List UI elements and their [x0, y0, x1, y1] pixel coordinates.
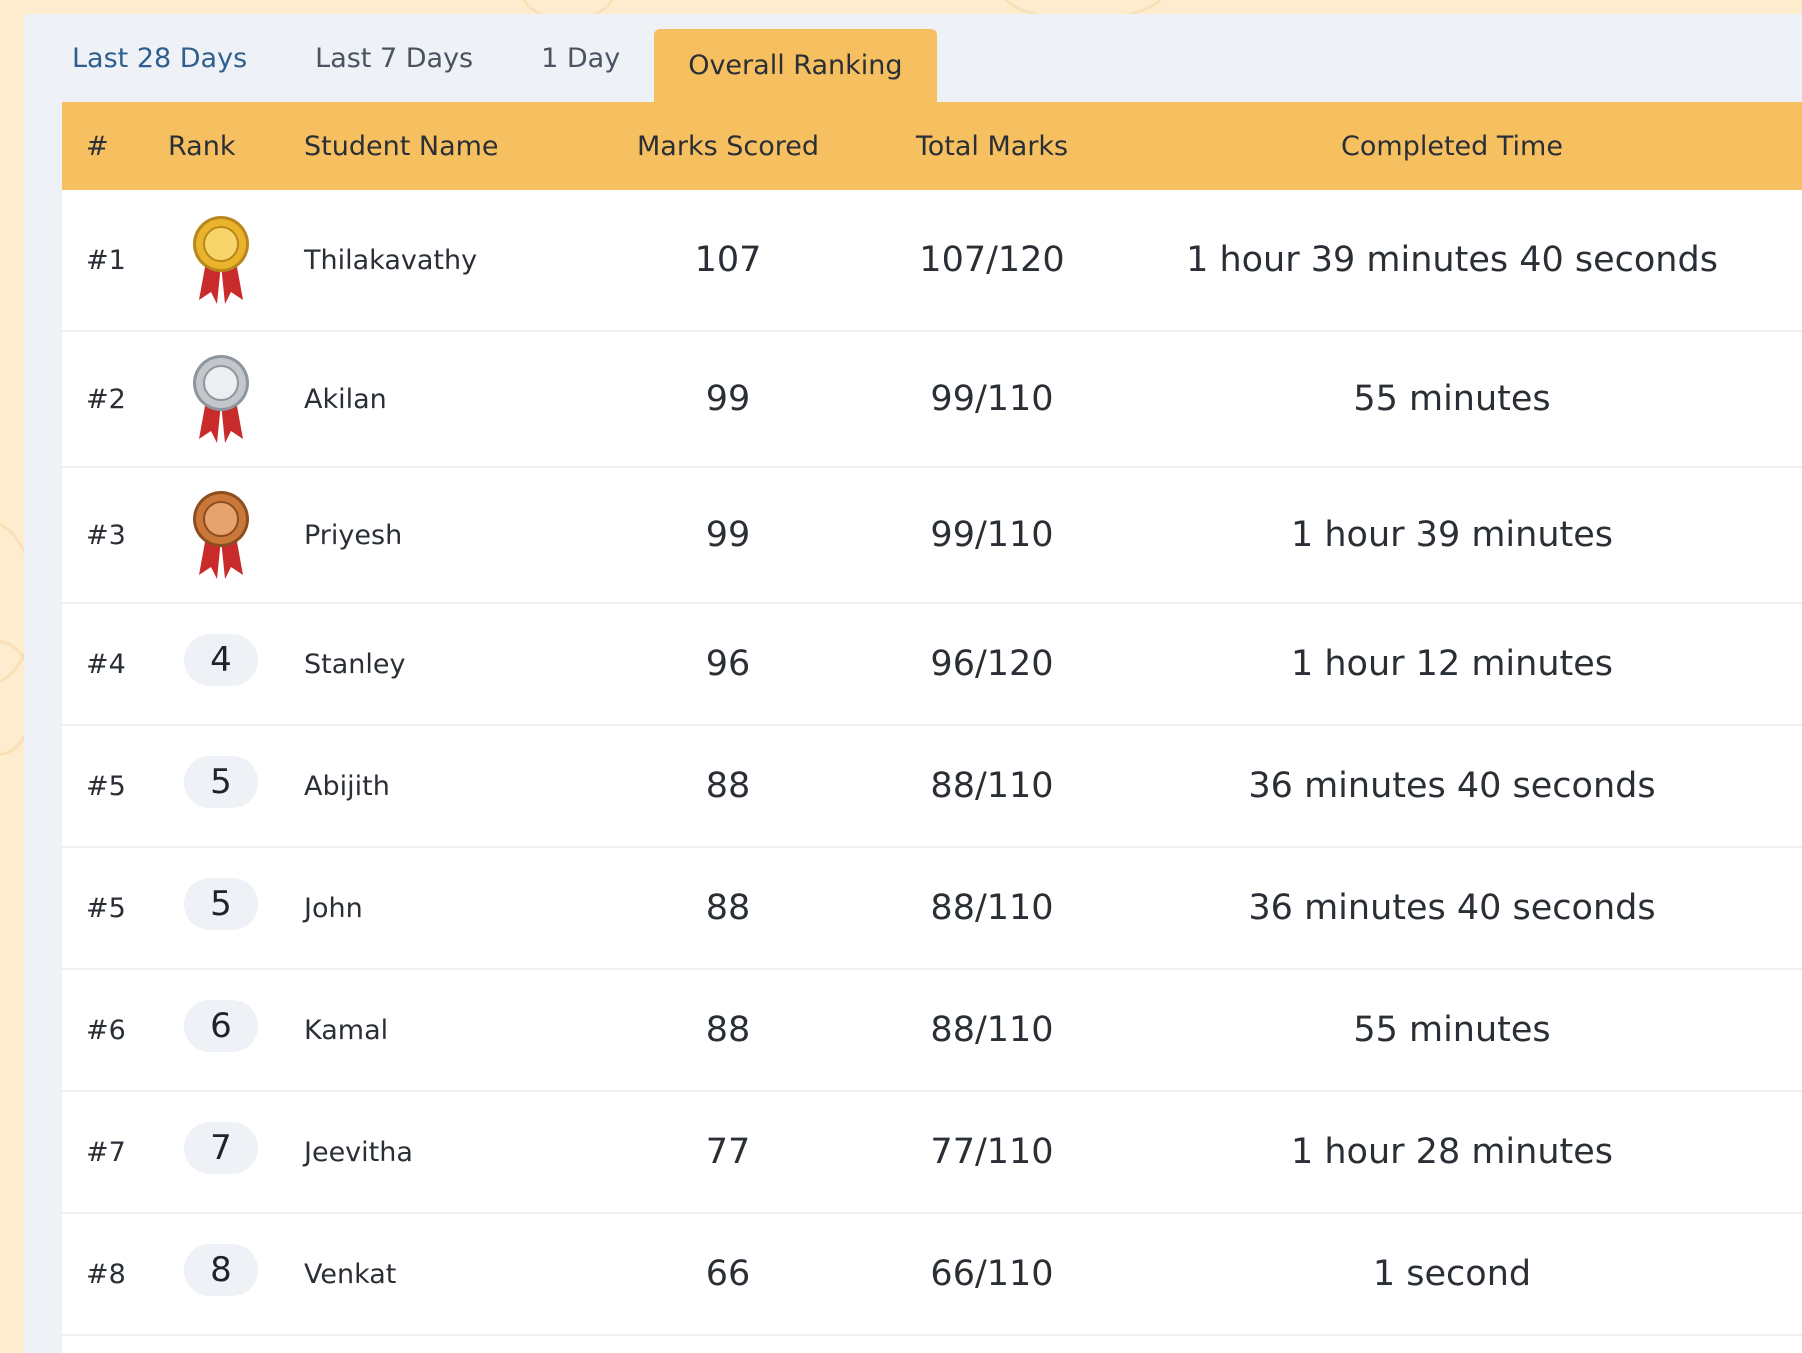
table-row: #5 5 Abijith 88 88/110 36 minutes 40 seconds [62, 726, 1802, 848]
rank-cell: 6 [158, 1000, 284, 1052]
total-marks: 88/110 [930, 888, 1054, 928]
marks-scored: 96 [705, 644, 751, 684]
rank-cell: 7 [158, 1122, 284, 1174]
rank-badge: 6 [184, 1000, 258, 1052]
row-number: #6 [86, 1014, 126, 1046]
rank-badge: 4 [184, 634, 258, 686]
total-marks: 77/110 [930, 1132, 1054, 1172]
row-number: #3 [86, 519, 126, 551]
marks-scored: 107 [694, 240, 762, 280]
total-marks: 88/110 [930, 766, 1054, 806]
tab-last-7-days[interactable]: Last 7 Days [281, 14, 507, 102]
total-marks: 99/110 [930, 379, 1054, 419]
row-number: #4 [86, 648, 126, 680]
student-name: Stanley [304, 648, 406, 680]
student-name: Jeevitha [304, 1136, 413, 1168]
header-completed-time: Completed Time [1341, 130, 1563, 162]
rank-badge: 5 [184, 878, 258, 930]
total-marks: 88/110 [930, 1010, 1054, 1050]
student-name: Thilakavathy [304, 244, 478, 276]
table-row: #3 Priyesh 99 99/110 1 hour 39 minutes [62, 468, 1802, 604]
gold-medal-icon [189, 212, 253, 308]
student-name: Akilan [304, 383, 387, 415]
marks-scored: 88 [705, 1010, 751, 1050]
ranking-table: # Rank Student Name Marks Scored Total M… [62, 102, 1802, 1353]
header-student-name: Student Name [304, 130, 499, 162]
table-body: #1 Thilakavathy 107 107/120 1 hour 39 minute… [62, 190, 1802, 1353]
table-row: #1 Thilakavathy 107 107/120 1 hour 39 minute… [62, 190, 1802, 332]
row-number: #8 [86, 1258, 126, 1290]
rank-badge: 7 [184, 1122, 258, 1174]
row-number: #5 [86, 892, 126, 924]
completed-time: 36 minutes 40 seconds [1248, 888, 1656, 928]
silver-medal-icon [189, 351, 253, 447]
table-row: #7 7 Jeevitha 77 77/110 1 hour 28 minutes [62, 1092, 1802, 1214]
header-rank: Rank [168, 130, 236, 162]
rank-cell [158, 212, 284, 308]
total-marks: 99/110 [930, 515, 1054, 555]
table-row-partial [62, 1336, 1802, 1353]
table-row: #5 5 John 88 88/110 36 minutes 40 seconds [62, 848, 1802, 970]
rank-badge: 8 [184, 1244, 258, 1296]
rank-cell [158, 487, 284, 583]
completed-time: 55 minutes [1353, 379, 1551, 419]
header-number: # [86, 130, 109, 162]
row-number: #5 [86, 770, 126, 802]
marks-scored: 88 [705, 888, 751, 928]
student-name: John [304, 892, 363, 924]
total-marks: 96/120 [930, 644, 1054, 684]
rank-cell: 4 [158, 634, 284, 686]
completed-time: 1 hour 12 minutes [1290, 644, 1614, 684]
completed-time: 36 minutes 40 seconds [1248, 766, 1656, 806]
rank-cell: 5 [158, 756, 284, 808]
table-header: # Rank Student Name Marks Scored Total M… [62, 102, 1802, 190]
student-name: Priyesh [304, 519, 403, 551]
rank-cell [158, 351, 284, 447]
completed-time: 55 minutes [1353, 1010, 1551, 1050]
student-name: Venkat [304, 1258, 397, 1290]
row-number: #7 [86, 1136, 126, 1168]
rank-cell: 8 [158, 1244, 284, 1296]
student-name: Kamal [304, 1014, 389, 1046]
row-number: #2 [86, 383, 126, 415]
header-marks-scored: Marks Scored [637, 130, 819, 162]
header-total-marks: Total Marks [915, 130, 1069, 162]
marks-scored: 88 [705, 766, 751, 806]
completed-time: 1 hour 28 minutes [1290, 1132, 1614, 1172]
total-marks: 66/110 [930, 1254, 1054, 1294]
marks-scored: 77 [705, 1132, 751, 1172]
completed-time: 1 hour 39 minutes 40 seconds [1186, 240, 1718, 280]
student-name: Abijith [304, 770, 390, 802]
table-row: #8 8 Venkat 66 66/110 1 second [62, 1214, 1802, 1336]
rank-badge: 5 [184, 756, 258, 808]
table-row: #2 Akilan 99 99/110 55 minutes [62, 332, 1802, 468]
marks-scored: 66 [705, 1254, 751, 1294]
rank-cell: 5 [158, 878, 284, 930]
table-row: #6 6 Kamal 88 88/110 55 minutes [62, 970, 1802, 1092]
completed-time: 1 second [1372, 1254, 1532, 1294]
tab-overall-ranking[interactable]: Overall Ranking [654, 29, 937, 102]
table-row: #4 4 Stanley 96 96/120 1 hour 12 minutes [62, 604, 1802, 726]
tab-1-day[interactable]: 1 Day [507, 14, 654, 102]
row-number: #1 [86, 244, 126, 276]
marks-scored: 99 [705, 515, 751, 555]
ranking-tabs: Last 28 Days Last 7 Days 1 Day Overall R… [38, 14, 937, 102]
total-marks: 107/120 [919, 240, 1065, 280]
tab-last-28-days[interactable]: Last 28 Days [38, 14, 281, 102]
completed-time: 1 hour 39 minutes [1290, 515, 1614, 555]
marks-scored: 99 [705, 379, 751, 419]
bronze-medal-icon [189, 487, 253, 583]
